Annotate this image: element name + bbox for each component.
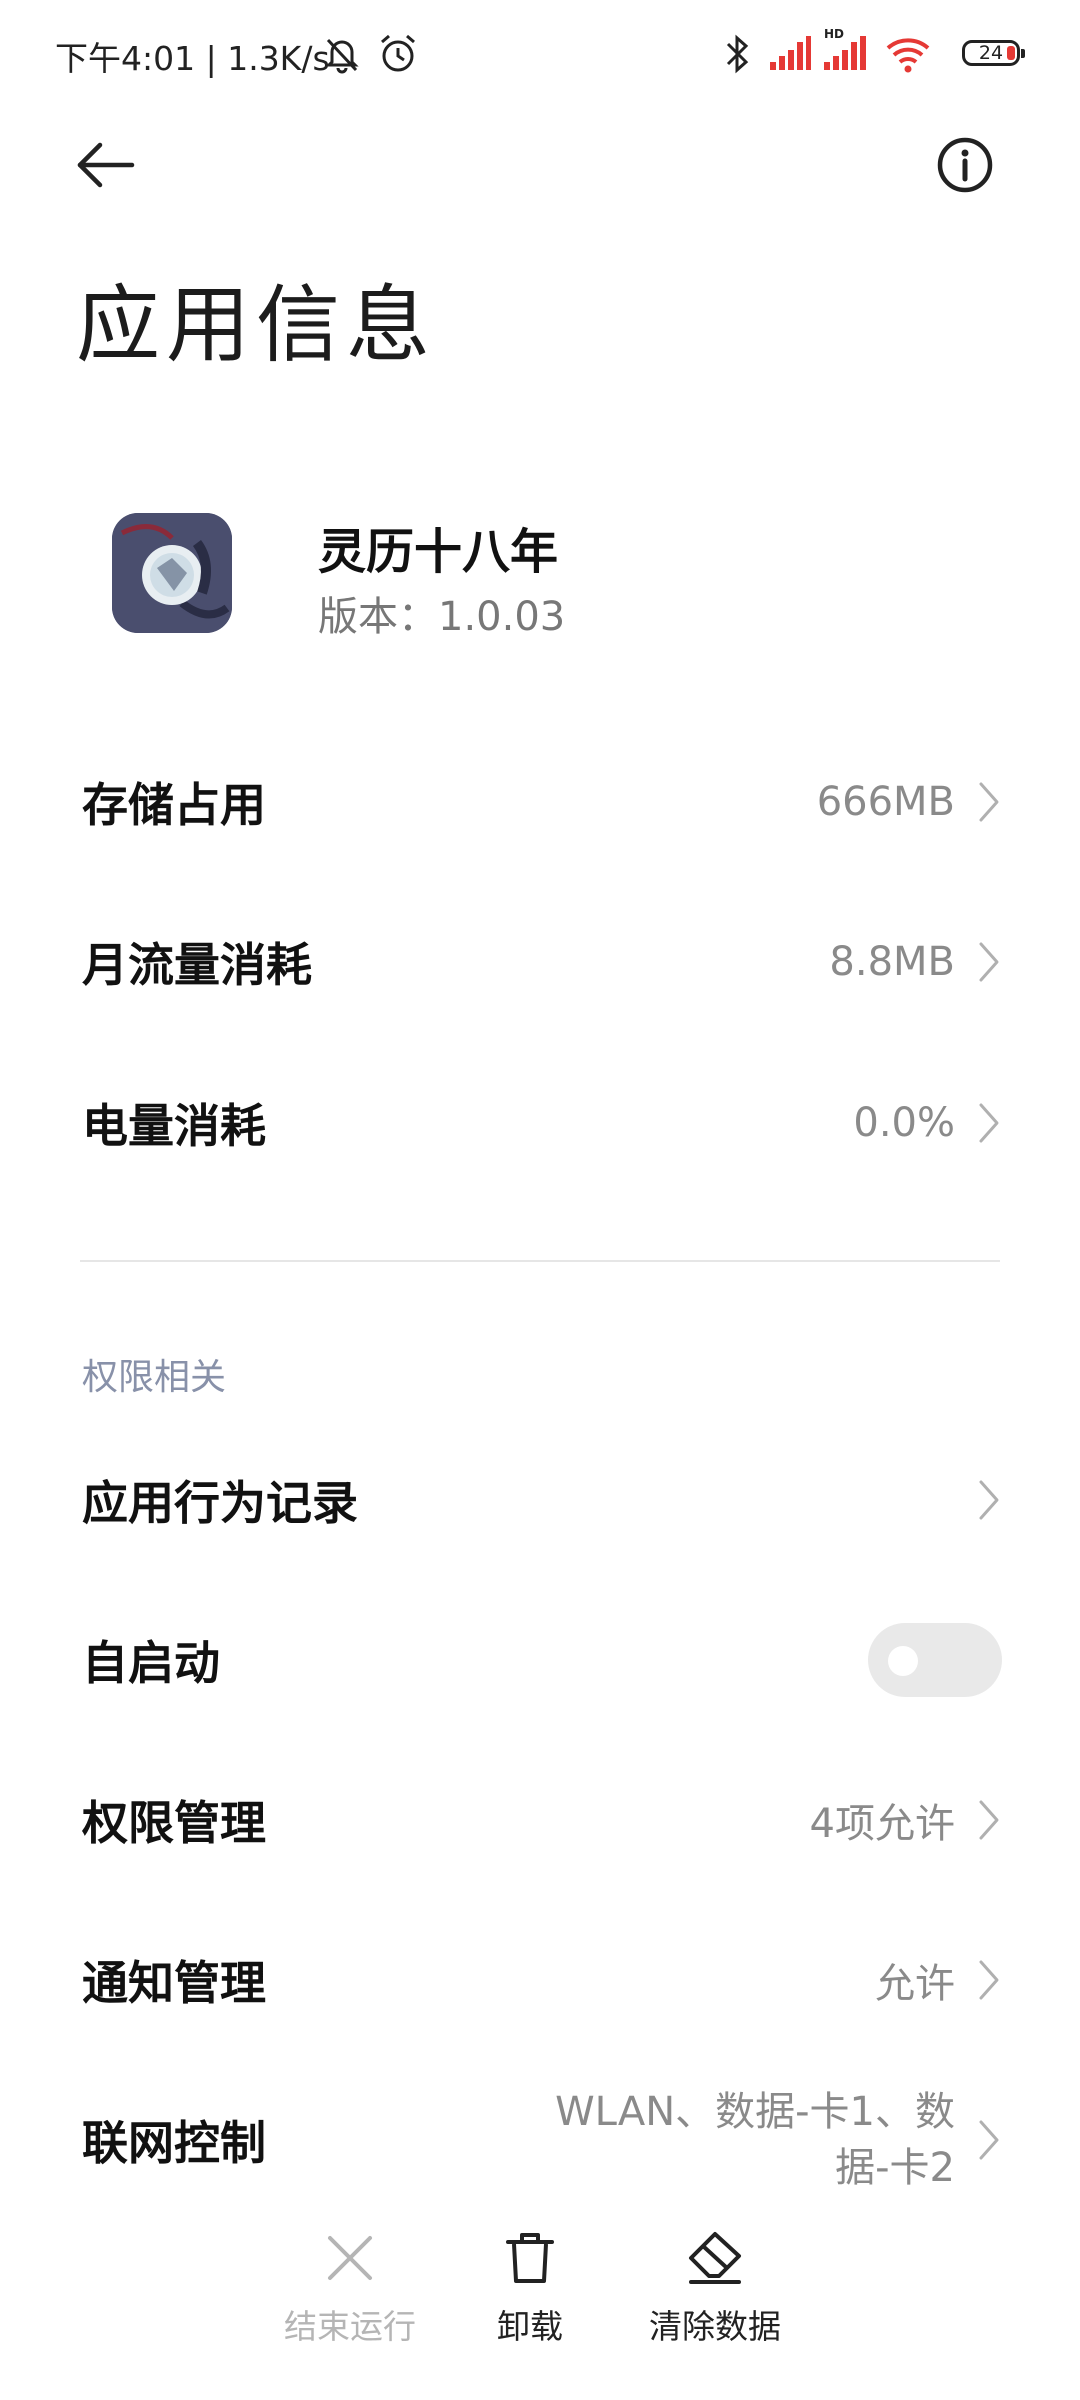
force-stop-label: 结束运行: [284, 2307, 416, 2346]
section-header-permissions: 权限相关: [82, 1357, 227, 1398]
force-stop-button[interactable]: 结束运行: [250, 2200, 450, 2360]
app-info-screen: 下午4:01 | 1.3K/s HD 24 应用信息 灵历十八年 版本：1.0.…: [0, 0, 1080, 2400]
status-bar: 下午4:01 | 1.3K/s HD 24: [0, 0, 1080, 100]
battery-level-text: 24: [978, 42, 1004, 64]
chevron-right-icon: [979, 942, 999, 982]
row-value: WLAN、数据-卡1、数据-卡2: [555, 2089, 955, 2191]
info-button[interactable]: [930, 130, 1000, 200]
uninstall-button[interactable]: 卸载: [430, 2200, 630, 2360]
bluetooth-icon: [722, 32, 752, 80]
clear-data-label: 清除数据: [649, 2307, 781, 2346]
battery-icon: 24: [962, 40, 1025, 66]
row-autostart: 自启动: [0, 1585, 1080, 1735]
mute-notifications-icon: [320, 32, 364, 80]
row-monthly-data[interactable]: 月流量消耗 8.8MB: [0, 887, 1080, 1037]
row-label: 联网控制: [82, 2116, 266, 2170]
autostart-toggle[interactable]: [868, 1623, 1002, 1697]
svg-text:HD: HD: [824, 27, 844, 41]
bottom-action-bar: 结束运行 卸载 清除数据: [0, 2200, 1080, 2400]
close-icon: [328, 2236, 372, 2280]
alarm-icon: [376, 32, 420, 80]
chevron-right-icon: [979, 1103, 999, 1143]
row-app-behavior-log[interactable]: 应用行为记录: [0, 1425, 1080, 1575]
chevron-right-icon: [979, 1960, 999, 2000]
row-label: 应用行为记录: [82, 1476, 358, 1530]
status-time: 下午4:01 | 1.3K/s: [55, 39, 330, 78]
signal-sim2-hd-icon: HD: [822, 26, 868, 76]
row-value: 4项允许: [809, 1801, 955, 1847]
page-title: 应用信息: [76, 276, 437, 374]
row-storage[interactable]: 存储占用 666MB: [0, 727, 1080, 877]
row-permission-management[interactable]: 权限管理 4项允许: [0, 1745, 1080, 1895]
divider: [80, 1260, 1000, 1262]
back-arrow-icon: [77, 142, 135, 188]
row-value: 0.0%: [853, 1100, 955, 1146]
chevron-right-icon: [979, 2120, 999, 2160]
row-label: 通知管理: [82, 1956, 266, 2010]
chevron-right-icon: [979, 1800, 999, 1840]
row-value: 8.8MB: [829, 939, 955, 985]
clear-data-button[interactable]: 清除数据: [615, 2200, 815, 2360]
toggle-knob: [888, 1646, 918, 1676]
app-icon: [112, 513, 232, 633]
app-name: 灵历十八年: [318, 524, 559, 580]
row-label: 存储占用: [82, 778, 266, 832]
row-battery-usage[interactable]: 电量消耗 0.0%: [0, 1048, 1080, 1198]
info-icon: [937, 137, 993, 193]
uninstall-label: 卸载: [497, 2307, 563, 2346]
battery-level-fill: [1007, 46, 1015, 60]
trash-icon: [506, 2233, 554, 2283]
row-label: 权限管理: [82, 1796, 266, 1850]
row-label: 月流量消耗: [82, 938, 312, 992]
row-value: 666MB: [816, 779, 955, 825]
signal-sim1-icon: [768, 32, 812, 76]
row-label: 自启动: [82, 1636, 220, 1690]
app-version: 版本：1.0.03: [318, 594, 566, 640]
chevron-right-icon: [979, 782, 999, 822]
back-button[interactable]: [70, 130, 160, 200]
row-notification-management[interactable]: 通知管理 允许: [0, 1905, 1080, 2055]
eraser-icon: [689, 2232, 741, 2284]
wifi-icon: [884, 32, 932, 80]
row-value: 允许: [875, 1961, 955, 2007]
row-network-control[interactable]: 联网控制 WLAN、数据-卡1、数据-卡2: [0, 2065, 1080, 2215]
chevron-right-icon: [979, 1480, 999, 1520]
row-label: 电量消耗: [82, 1099, 266, 1153]
